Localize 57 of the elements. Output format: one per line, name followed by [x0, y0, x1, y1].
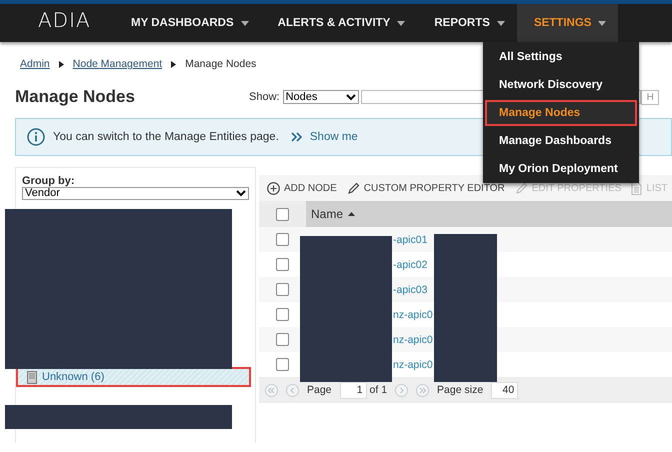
- page-count: of 1: [370, 384, 388, 396]
- select-all-checkbox[interactable]: [276, 208, 289, 220]
- document-icon: [631, 182, 642, 194]
- show-me-link[interactable]: Show me: [310, 131, 358, 143]
- menu-item[interactable]: My Orion Deployment: [485, 156, 637, 182]
- row-checkbox[interactable]: [276, 258, 289, 271]
- chevron-down-icon: [346, 94, 356, 100]
- row-checkbox[interactable]: [276, 333, 289, 346]
- caret-icon: [496, 20, 505, 26]
- menu-item[interactable]: All Settings: [485, 44, 637, 70]
- node-name-link[interactable]: -apic01: [393, 234, 428, 246]
- menu-item[interactable]: Network Discovery: [485, 72, 637, 98]
- show-dropdown[interactable]: Nodes: [282, 90, 359, 104]
- nav-menu[interactable]: SETTINGS: [516, 4, 618, 42]
- node-name-link[interactable]: -apic02: [393, 258, 428, 270]
- node-name-link[interactable]: nz-apic0: [393, 334, 433, 346]
- pencil-icon: [514, 182, 528, 194]
- caret-icon: [397, 20, 406, 26]
- page-label: Page: [307, 384, 332, 396]
- row-checkbox[interactable]: [276, 308, 289, 321]
- chevron-icon: [58, 60, 64, 68]
- show-label: Show:: [249, 91, 280, 103]
- nav-menu[interactable]: REPORTS: [417, 4, 517, 42]
- group-item[interactable]: Unknown (6): [16, 367, 251, 387]
- row-checkbox[interactable]: [276, 283, 289, 296]
- info-icon: [27, 128, 45, 146]
- chevron-icon: [171, 60, 176, 68]
- caret-icon: [240, 20, 249, 26]
- row-checkbox[interactable]: [276, 358, 289, 371]
- caret-icon: [598, 20, 606, 26]
- plus-circle-icon: [267, 182, 280, 194]
- menu-item[interactable]: Manage Nodes: [485, 100, 637, 126]
- nav-menu[interactable]: MY DASHBOARDS: [114, 4, 261, 42]
- page-size-label: Page size: [437, 384, 484, 396]
- row-checkbox[interactable]: [276, 233, 289, 246]
- breadcrumb-current: Manage Nodes: [185, 58, 256, 70]
- chevron-down-icon: [236, 190, 246, 197]
- page-number-field[interactable]: 1: [340, 382, 367, 398]
- node-name-link[interactable]: nz-apic0: [393, 308, 433, 320]
- column-header[interactable]: Name: [306, 201, 672, 227]
- node-name-link[interactable]: -apic03: [393, 284, 428, 296]
- pencil-icon: [346, 182, 360, 194]
- page-size-field[interactable]: 40: [491, 382, 518, 398]
- menu-item[interactable]: Manage Dashboards: [485, 128, 637, 154]
- toolbar-button[interactable]: CUSTOM PROPERTY EDITOR: [346, 182, 505, 194]
- info-text: You can switch to the Manage Entities page.: [53, 131, 279, 143]
- group-by-dropdown[interactable]: Vendor: [22, 187, 249, 200]
- breadcrumb-link[interactable]: Admin: [20, 58, 50, 70]
- nav-menu[interactable]: ALERTS & ACTIVITY: [260, 4, 418, 42]
- breadcrumb-link[interactable]: Node Management: [72, 58, 162, 70]
- page-title: Manage Nodes: [15, 87, 136, 107]
- node-name-link[interactable]: nz-apic0: [393, 358, 433, 370]
- server-icon: [27, 370, 37, 384]
- group-by-label: Group by:: [21, 174, 76, 187]
- toolbar-button[interactable]: ADD NODE: [267, 182, 337, 194]
- logo: ADIA: [37, 7, 92, 34]
- double-chevron-icon: [290, 132, 302, 142]
